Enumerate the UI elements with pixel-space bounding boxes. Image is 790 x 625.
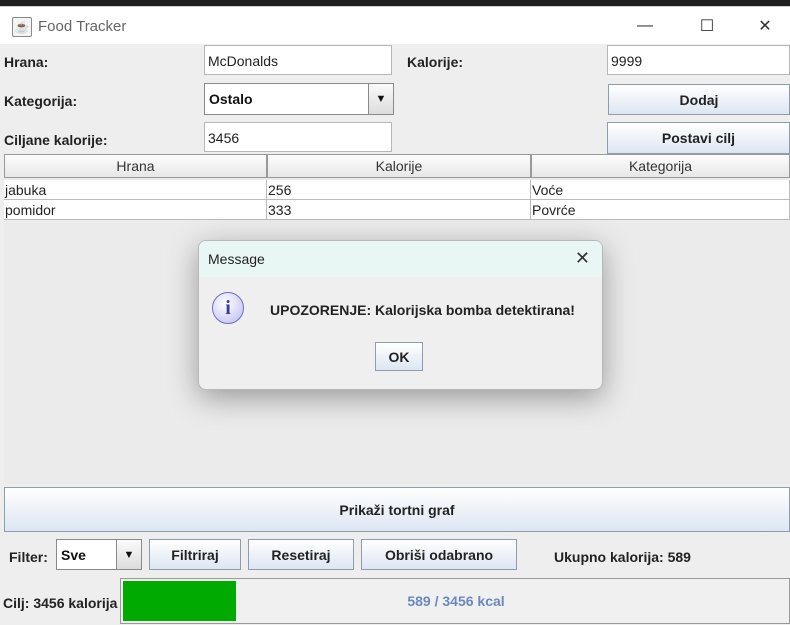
column-header-calories[interactable]: Kalorije (267, 154, 531, 178)
table-cell: 256 (267, 180, 531, 200)
calorie-progress-bar: 589 / 3456 kcal (120, 578, 790, 624)
calories-input[interactable]: 9999 (607, 45, 790, 75)
filter-value: Sve (61, 547, 86, 563)
delete-selected-button[interactable]: Obriši odabrano (361, 539, 517, 570)
filter-button[interactable]: Filtriraj (149, 539, 241, 570)
title-bar: ☕ Food Tracker — ☐ ✕ (0, 7, 790, 44)
filter-label: Filter: (9, 549, 48, 565)
target-input[interactable]: 3456 (204, 122, 392, 152)
dialog-message: UPOZORENJE: Kalorijska bomba detektirana… (270, 302, 575, 318)
table-cell: pomidor (4, 200, 267, 220)
dialog-title-bar: Message ✕ (199, 241, 602, 277)
chevron-down-icon[interactable]: ▼ (368, 84, 393, 114)
table-cell: 333 (267, 200, 531, 220)
message-dialog: Message ✕ i UPOZORENJE: Kalorijska bomba… (198, 240, 603, 390)
close-icon[interactable]: ✕ (575, 248, 590, 269)
table-header: Hrana Kalorije Kategorija (4, 154, 790, 178)
column-header-food[interactable]: Hrana (4, 154, 267, 178)
target-label: Ciljane kalorije: (4, 132, 108, 148)
table-row[interactable]: jabuka 256 Voće (4, 180, 790, 200)
show-pie-chart-button[interactable]: Prikaži tortni graf (4, 487, 790, 532)
chevron-down-icon[interactable]: ▼ (116, 540, 141, 569)
maximize-button[interactable]: ☐ (678, 7, 736, 44)
table-cell: Povrće (531, 200, 790, 220)
progress-text: 589 / 3456 kcal (407, 593, 505, 609)
filter-select[interactable]: Sve ▼ (56, 539, 142, 570)
set-target-button[interactable]: Postavi cilj (607, 122, 790, 154)
add-button[interactable]: Dodaj (608, 84, 790, 115)
dialog-title: Message (208, 251, 265, 267)
column-header-category[interactable]: Kategorija (531, 154, 790, 178)
java-cup-icon: ☕ (12, 17, 32, 37)
total-calories-label: Ukupno kalorija: 589 (554, 549, 691, 565)
close-button[interactable]: ✕ (736, 7, 790, 44)
table-cell: jabuka (4, 180, 267, 200)
ok-button[interactable]: OK (375, 342, 423, 371)
minimize-button[interactable]: — (616, 7, 674, 44)
food-input[interactable]: McDonalds (204, 45, 392, 75)
reset-button[interactable]: Resetiraj (248, 539, 354, 570)
table-cell: Voće (531, 180, 790, 200)
window-title: Food Tracker (38, 18, 127, 35)
info-icon: i (212, 292, 244, 324)
goal-label: Cilj: 3456 kalorija (3, 595, 118, 611)
category-select[interactable]: Ostalo ▼ (204, 83, 394, 115)
table-row[interactable]: pomidor 333 Povrće (4, 200, 790, 220)
category-value: Ostalo (209, 91, 253, 107)
food-label: Hrana: (4, 54, 49, 70)
category-label: Kategorija: (4, 93, 78, 109)
calories-label: Kalorije: (407, 54, 464, 70)
